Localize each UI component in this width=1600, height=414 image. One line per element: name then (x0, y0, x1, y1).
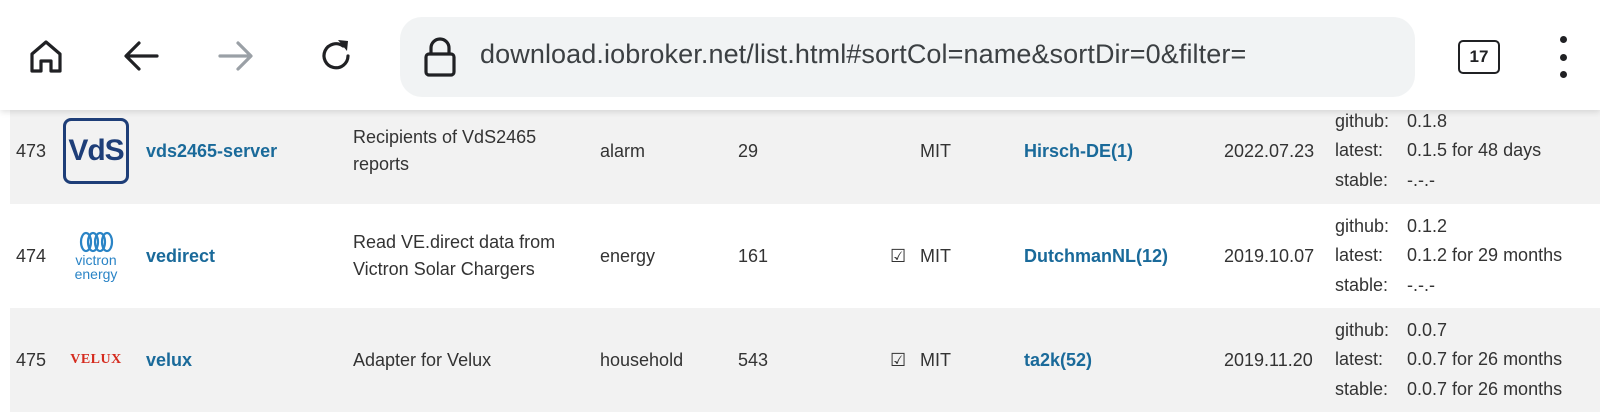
license: MIT (920, 245, 951, 266)
adapter-description: Recipients of VdS2465 reports (353, 98, 583, 204)
back-button[interactable] (113, 28, 169, 84)
checkbox-icon (890, 98, 914, 204)
adapter-name-link[interactable]: vds2465-server (146, 98, 346, 204)
latest-label: latest: (1335, 140, 1384, 161)
author-link[interactable]: DutchmanNL(12) (1024, 204, 1204, 308)
github-label: github: (1335, 319, 1390, 340)
github-label: github: (1335, 110, 1390, 131)
install-count: 29 (738, 140, 759, 161)
adapter-description: Adapter for Velux (353, 308, 583, 412)
version-info: github: 0.1.8 latest: 0.1.5 for 48 days st… (1335, 98, 1600, 204)
author-link[interactable]: ta2k(52) (1024, 308, 1204, 412)
more-menu-button[interactable] (1548, 36, 1578, 78)
description-line: Recipients of VdS2465 (353, 127, 537, 147)
latest-version: 0.0.7 for 26 months (1407, 349, 1563, 370)
victron-waves-icon (79, 231, 114, 253)
adapter-description: Read VE.direct data from Victron Solar C… (353, 204, 583, 308)
row-index: 474 (16, 245, 47, 266)
tab-switcher-button[interactable]: 17 (1458, 40, 1500, 74)
adapter-logo[interactable]: VELUX (60, 308, 132, 412)
adapter-logo[interactable]: VdS (60, 98, 132, 204)
checkbox-icon: ☑ (890, 349, 907, 370)
table-row: 473 VdS vds2465-server Recipients of VdS… (10, 98, 1600, 204)
adapter-table: 473 VdS vds2465-server Recipients of VdS… (10, 98, 1600, 412)
adapter-type: alarm (600, 140, 646, 161)
table-row: 474 victron energy vedirect Read VE.dire… (10, 204, 1600, 308)
reload-icon (322, 40, 350, 70)
stable-label: stable: (1335, 169, 1389, 190)
victron-logo-text: energy (74, 266, 118, 282)
adapter-name-link[interactable]: vedirect (146, 204, 346, 308)
stable-version: 0.0.7 for 26 months (1407, 378, 1563, 399)
forward-arrow-icon (218, 41, 253, 71)
victron-logo-icon: victron energy (73, 231, 119, 281)
description-line: Victron Solar Chargers (353, 259, 535, 279)
description-line: reports (353, 154, 410, 174)
license: MIT (920, 349, 951, 370)
stable-label: stable: (1335, 378, 1389, 399)
install-count: 161 (738, 245, 769, 266)
latest-label: latest: (1335, 349, 1384, 370)
github-version: 0.0.7 (1407, 319, 1448, 340)
description-line: Read VE.direct data from (353, 232, 556, 252)
install-count: 543 (738, 349, 769, 370)
home-button[interactable] (18, 28, 74, 84)
checkbox-icon: ☑ (890, 245, 907, 266)
victron-logo-text: victron (75, 252, 117, 268)
release-date: 2022.07.23 (1224, 140, 1315, 161)
license: MIT (920, 140, 951, 161)
github-version: 0.1.2 (1407, 215, 1448, 236)
more-vert-icon (1559, 36, 1567, 43)
adapter-type: household (600, 349, 684, 370)
author-link[interactable]: Hirsch-DE(1) (1024, 98, 1204, 204)
back-arrow-icon (124, 41, 159, 71)
release-date: 2019.10.07 (1224, 245, 1315, 266)
table-row: 475 VELUX velux Adapter for Velux househ… (10, 308, 1600, 412)
stable-version: -.-.- (1407, 169, 1435, 190)
vds-logo-icon: VdS (63, 118, 129, 184)
tab-count: 17 (1469, 47, 1489, 66)
velux-logo-icon: VELUX (70, 352, 122, 367)
lock-icon (424, 37, 456, 77)
latest-label: latest: (1335, 245, 1384, 266)
row-index: 473 (16, 140, 47, 161)
forward-button[interactable] (208, 28, 264, 84)
stable-version: -.-.- (1407, 274, 1435, 295)
stable-label: stable: (1335, 274, 1389, 295)
github-version: 0.1.8 (1407, 110, 1448, 131)
github-label: github: (1335, 215, 1390, 236)
home-icon (30, 40, 62, 73)
latest-version: 0.1.2 for 29 months (1407, 245, 1563, 266)
version-info: github: 0.1.2 latest: 0.1.2 for 29 months … (1335, 204, 1600, 308)
url-text: download.iobroker.net/list.html#sortCol=… (480, 39, 1247, 69)
release-date: 2019.11.20 (1224, 349, 1313, 370)
adapter-type: energy (600, 245, 656, 266)
adapter-name-link[interactable]: velux (146, 308, 346, 412)
address-bar[interactable]: download.iobroker.net/list.html#sortCol=… (400, 17, 1415, 97)
row-index: 475 (16, 349, 47, 370)
adapter-logo[interactable]: victron energy (60, 204, 132, 308)
description-line: Adapter for Velux (353, 349, 492, 370)
latest-version: 0.1.5 for 48 days (1407, 140, 1542, 161)
browser-toolbar: download.iobroker.net/list.html#sortCol=… (0, 0, 1600, 110)
reload-button[interactable] (308, 28, 364, 84)
version-info: github: 0.0.7 latest: 0.0.7 for 26 months … (1335, 308, 1600, 412)
